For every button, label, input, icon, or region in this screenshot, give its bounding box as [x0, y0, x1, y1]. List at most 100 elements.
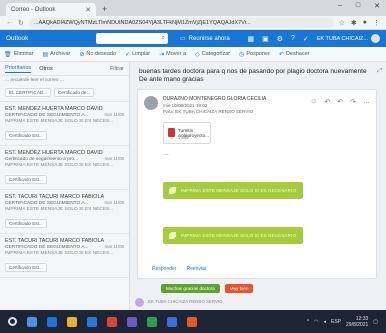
avatar	[135, 297, 144, 307]
attachment-chip[interactable]: Certificado Est...	[5, 175, 47, 184]
tab-focused[interactable]: Prioritarios	[5, 65, 32, 73]
reply-link[interactable]: Responder	[152, 266, 176, 272]
message-actions: ☺ ↶ ↶ ↷ …	[310, 98, 370, 106]
list-item[interactable]: EST. MENDEZ HUERTA MARCO DAVID CERTIFICA…	[0, 102, 129, 146]
list-item[interactable]: EST. TACURI TACURI MARCO FABIOLA CERTIFI…	[0, 234, 129, 278]
list-item-preview: IMPRIMA ESTE MENSAJE SOLO SI ES NECES...	[5, 119, 114, 124]
undo-button[interactable]: ↶ Deshacer	[279, 51, 310, 58]
star-icon[interactable]: ☆	[339, 19, 345, 27]
command-bar: 🗑 Eliminar ▤ Archivar ⊘ No deseado ✓ Limpiar…	[0, 47, 386, 62]
app-name[interactable]: Outlook	[6, 35, 96, 42]
move-icon: ⇥	[159, 51, 165, 58]
list-item[interactable]: EST. TACURI TACURI MARCO FABIOLA CERTIFI…	[0, 190, 129, 234]
attachment-chip[interactable]: Certificado de...	[54, 88, 95, 97]
archive-icon: ▤	[42, 51, 49, 58]
profile-icon[interactable]: ●	[363, 19, 367, 27]
move-button[interactable]: ⇥ Mover a	[159, 51, 186, 58]
address-field[interactable]: ...AAQkADI4ZWQyNTMzLTlmNDUtNDA0ZS04YjA3L…	[28, 17, 334, 28]
powerpoint-icon[interactable]	[187, 316, 197, 327]
bell-icon[interactable]: ▣	[262, 35, 269, 43]
wifi-icon[interactable]: ◠	[314, 319, 318, 325]
suggested-reply[interactable]: Muy bien	[224, 284, 254, 293]
delete-button[interactable]: 🗑 Eliminar	[4, 51, 34, 58]
forward-icon[interactable]: ↷	[350, 98, 356, 106]
block-icon: ⊘	[79, 51, 85, 58]
search-box[interactable]: ⌕	[96, 33, 168, 44]
clock[interactable]: 12:33 29/8/2021	[346, 316, 368, 328]
reply-all-icon[interactable]: ↶	[337, 98, 343, 106]
account-button[interactable]: EK TUBA CHICAIZ...	[317, 34, 380, 43]
edge-icon[interactable]	[47, 316, 57, 327]
megaphone-icon[interactable]: ✓	[303, 35, 309, 43]
browser-tab-strip: Correo - Outlook ✕ + – □ ✕	[0, 0, 386, 16]
extension-icon[interactable]: ✱	[351, 19, 357, 27]
chevron-up-icon[interactable]: ^	[307, 319, 309, 325]
archive-button[interactable]: ▤ Archivar	[43, 51, 71, 58]
refresh-icon[interactable]: ↻	[18, 19, 24, 27]
list-item-date: mar 11/08	[104, 244, 124, 249]
notification-icon[interactable]: ▢	[373, 319, 378, 325]
forward-link[interactable]: Reenviar	[186, 266, 206, 272]
categorize-button[interactable]: ◇ Categorizar	[195, 51, 230, 58]
card-actions-links: Responder Reenviar	[152, 266, 206, 272]
volume-icon[interactable]: ◂	[323, 319, 326, 325]
close-window-button[interactable]: ✕	[374, 2, 380, 10]
filter-button[interactable]: Filtrar	[110, 66, 124, 72]
folder-icon[interactable]	[67, 316, 77, 327]
list-note: ... recuerde leer el correo ...	[5, 78, 64, 83]
outlook-header: Outlook ⌕ ▭ Reunirse ahora ▦ ▣ ⚙ ? ✓ EK …	[0, 30, 386, 47]
search-icon[interactable]: ⌕	[162, 35, 165, 42]
close-tab-icon[interactable]: ✕	[85, 6, 91, 14]
address-bar-row: ← ↻ ...AAQkADI4ZWQyNTMzLTlmNDUtNDA0ZS04Y…	[0, 16, 386, 30]
sweep-button[interactable]: ✓ Limpiar	[125, 51, 150, 58]
avatar	[371, 34, 380, 43]
start-button[interactable]	[8, 317, 17, 326]
snooze-button[interactable]: ◷ Posponer	[239, 51, 270, 58]
search-icon[interactable]	[27, 316, 37, 327]
mail-icon[interactable]	[87, 316, 97, 327]
excel-icon[interactable]	[147, 316, 157, 327]
message-card: DURAZNO MONTENEGRO GLORIA CECILIA mié 10…	[137, 89, 377, 279]
language-indicator[interactable]: ESP	[331, 319, 341, 325]
attachment-chip[interactable]: Certificado Est...	[5, 263, 47, 272]
show-more-button[interactable]: ...	[163, 150, 169, 157]
chrome-icon[interactable]	[107, 316, 117, 327]
meet-now-button[interactable]: ▭ Reunirse ahora	[180, 35, 230, 43]
suggested-reply[interactable]: Muchas gracias doctora	[161, 284, 220, 293]
undo-icon: ↶	[278, 51, 284, 58]
tab-other[interactable]: Otros	[39, 66, 52, 72]
teams-icon[interactable]	[127, 316, 137, 327]
junk-button[interactable]: ⊘ No deseado	[79, 51, 116, 58]
attachment-chip[interactable]: Certificado Est...	[5, 131, 47, 140]
meet-now-label: Reunirse ahora	[188, 35, 230, 42]
help-icon[interactable]: ?	[291, 35, 295, 42]
sender-name[interactable]: DURAZNO MONTENEGRO GLORIA CECILIA	[163, 96, 266, 102]
message-list-tabs: Prioritarios Otros Filtrar	[0, 62, 129, 76]
attachment-chip[interactable]: EL CERTIFICAD...	[5, 88, 52, 97]
banner-text: IMPRIMA ESTE MENSAJE SOLO SI ES NECESARI…	[181, 188, 297, 193]
list-item[interactable]: EST. MENDEZ HUERTA MARCO DAVID Certifica…	[0, 146, 129, 190]
smile-icon[interactable]: ☺	[310, 98, 317, 106]
expand-icon[interactable]: ⤢	[377, 68, 382, 75]
attachment-chip[interactable]: Certificado Est...	[5, 219, 47, 228]
pdf-icon	[168, 128, 175, 137]
attachment-card[interactable]: Turnitin Anteproyecto... 1 MB	[163, 122, 211, 144]
maximize-button[interactable]: □	[356, 2, 360, 10]
tag-icon: ◇	[195, 51, 200, 58]
word-icon[interactable]	[167, 316, 177, 327]
browser-tab[interactable]: Correo - Outlook ✕	[6, 3, 96, 16]
more-icon[interactable]: …	[363, 98, 370, 106]
header-actions: ▦ ▣ ⚙ ? ✓ EK TUBA CHICAIZ...	[247, 34, 380, 43]
trash-icon: 🗑	[4, 51, 12, 58]
reply-input[interactable]: EK TUBA CHICAIZA RENSO SERVIO	[148, 298, 381, 306]
back-icon[interactable]: ←	[6, 19, 13, 26]
list-item-preview: IMPRIMA ESTE MENSAJE SOLO SI ES NECES...	[5, 207, 114, 212]
gear-icon[interactable]: ⚙	[277, 35, 283, 43]
banner-text: IMPRIMA ESTE MENSAJE SOLO SI ES NECESARI…	[181, 233, 297, 238]
grid-icon[interactable]: ▦	[247, 35, 254, 43]
quick-reply: EK TUBA CHICAIZA RENSO SERVIO	[135, 296, 381, 308]
minimize-button[interactable]: –	[338, 2, 342, 10]
new-tab-button[interactable]: +	[102, 4, 107, 14]
menu-icon[interactable]: ⋮	[373, 19, 380, 27]
reply-icon[interactable]: ↶	[324, 98, 330, 106]
